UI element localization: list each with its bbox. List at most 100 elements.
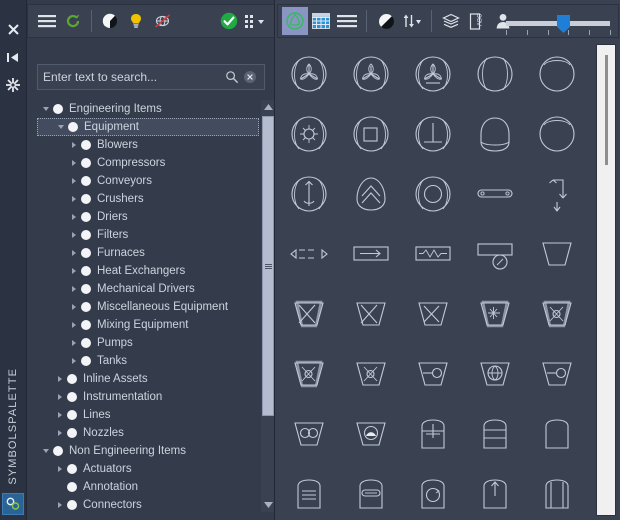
- tree-item-annotation[interactable]: Annotation: [37, 478, 259, 496]
- symbols-palette-icon[interactable]: [2, 493, 24, 515]
- tree-toggle[interactable]: [67, 286, 81, 292]
- symbol-crusher-hourglass-2[interactable]: [341, 345, 401, 403]
- symbol-crusher-hourglass[interactable]: [279, 345, 339, 403]
- tree-toggle[interactable]: [67, 232, 81, 238]
- symbol-view-button[interactable]: [282, 7, 308, 35]
- grid-dots-icon[interactable]: [242, 8, 268, 34]
- tree-item-filters[interactable]: Filters: [37, 226, 259, 244]
- tree-item-mechanical-drivers[interactable]: Mechanical Drivers: [37, 280, 259, 298]
- chevron-right-icon[interactable]: [58, 412, 62, 418]
- chevron-right-icon[interactable]: [72, 142, 76, 148]
- clear-circle-icon[interactable]: [241, 68, 259, 86]
- chevron-right-icon[interactable]: [72, 250, 76, 256]
- chevron-down-icon[interactable]: [58, 125, 64, 129]
- tree-toggle[interactable]: [67, 340, 81, 346]
- tree-item-compressors[interactable]: Compressors: [37, 154, 259, 172]
- symbol-square-in-circle[interactable]: [341, 105, 401, 163]
- chevron-right-icon[interactable]: [72, 304, 76, 310]
- tree-toggle[interactable]: [67, 250, 81, 256]
- layers-icon[interactable]: [438, 7, 464, 35]
- sort-arrows-icon[interactable]: [399, 7, 425, 35]
- tree-item-actuators[interactable]: Actuators: [37, 460, 259, 478]
- chevron-right-icon[interactable]: [72, 358, 76, 364]
- scroll-up-arrow[interactable]: [261, 100, 275, 114]
- symbol-drier-capsule-box[interactable]: [341, 465, 401, 518]
- tree-toggle[interactable]: [54, 125, 68, 129]
- tree-toggle[interactable]: [67, 358, 81, 364]
- chevron-right-icon[interactable]: [72, 340, 76, 346]
- search-box[interactable]: [37, 64, 265, 90]
- chevron-right-icon[interactable]: [58, 430, 62, 436]
- tree-item-conveyors[interactable]: Conveyors: [37, 172, 259, 190]
- symbol-drier-plain-box[interactable]: [527, 405, 587, 463]
- search-input[interactable]: [43, 70, 223, 84]
- tree-item-furnaces[interactable]: Furnaces: [37, 244, 259, 262]
- symbol-inline-capsule[interactable]: [465, 165, 525, 223]
- symbol-plain-circle[interactable]: [527, 45, 587, 103]
- chevron-right-icon[interactable]: [72, 196, 76, 202]
- globe-crossed-icon[interactable]: [149, 8, 175, 34]
- tree-toggle[interactable]: [53, 430, 67, 436]
- chevron-right-icon[interactable]: [72, 268, 76, 274]
- tree-item-heat-exchangers[interactable]: Heat Exchangers: [37, 262, 259, 280]
- tree-item-connectors[interactable]: Connectors: [37, 496, 259, 512]
- close-icon[interactable]: [2, 18, 24, 40]
- symbol-rotary-star-circle[interactable]: [279, 105, 339, 163]
- symbol-updown-arrow-circle[interactable]: [279, 165, 339, 223]
- chevron-right-icon[interactable]: [72, 286, 76, 292]
- symbol-scrollbar[interactable]: [596, 44, 616, 516]
- chevron-right-icon[interactable]: [72, 178, 76, 184]
- list-lines-icon[interactable]: [334, 7, 360, 35]
- tree-item-miscellaneous-equipment[interactable]: Miscellaneous Equipment: [37, 298, 259, 316]
- tree-toggle[interactable]: [53, 502, 67, 508]
- chevron-down-icon[interactable]: [43, 449, 49, 453]
- zoom-slider[interactable]: [504, 13, 612, 39]
- symbol-box-zigzag[interactable]: [403, 225, 463, 283]
- symbol-scroll-thumb[interactable]: [605, 55, 608, 165]
- tree-toggle[interactable]: [67, 160, 81, 166]
- refresh-icon[interactable]: [60, 8, 86, 34]
- tree-item-mixing-equipment[interactable]: Mixing Equipment: [37, 316, 259, 334]
- symbol-drier-split-box[interactable]: [465, 405, 525, 463]
- tree-toggle[interactable]: [67, 196, 81, 202]
- symbol-tee-in-circle[interactable]: [403, 105, 463, 163]
- tree-item-lines[interactable]: Lines: [37, 406, 259, 424]
- tree-scroll-thumb[interactable]: [262, 116, 274, 416]
- tree-item-engineering-items[interactable]: Engineering Items: [37, 100, 259, 118]
- tree-toggle[interactable]: [67, 304, 81, 310]
- collapse-panel-icon[interactable]: [2, 46, 24, 68]
- symbol-dashed-flow-arrow[interactable]: [279, 225, 339, 283]
- tree-toggle[interactable]: [53, 376, 67, 382]
- symbol-chevron-up-circle[interactable]: [341, 165, 401, 223]
- tree-item-equipment[interactable]: Equipment: [37, 118, 259, 136]
- tree-item-inline-assets[interactable]: Inline Assets: [37, 370, 259, 388]
- symbol-crusher-roll[interactable]: [403, 345, 463, 403]
- chevron-right-icon[interactable]: [58, 394, 62, 400]
- symbol-blower-fan-circle-base[interactable]: [403, 45, 463, 103]
- chevron-down-icon[interactable]: [43, 107, 49, 111]
- tree-toggle[interactable]: [67, 268, 81, 274]
- chevron-right-icon[interactable]: [58, 376, 62, 382]
- half-circle-icon[interactable]: [373, 7, 399, 35]
- symbol-drier-column-box[interactable]: [527, 465, 587, 518]
- symbol-dome-bottom-circle[interactable]: [465, 105, 525, 163]
- menu-button[interactable]: [34, 8, 60, 34]
- tree-toggle[interactable]: [67, 214, 81, 220]
- symbol-crusher-ball-mill[interactable]: [465, 345, 525, 403]
- tree-toggle[interactable]: [67, 142, 81, 148]
- chevron-right-icon[interactable]: [72, 232, 76, 238]
- tree-toggle[interactable]: [67, 178, 81, 184]
- symbol-drier-tee-box[interactable]: [403, 405, 463, 463]
- symbol-grid-area[interactable]: [277, 44, 593, 518]
- symbol-blank-circle-2[interactable]: [527, 105, 587, 163]
- symbol-box-right-arrow[interactable]: [341, 225, 401, 283]
- tree-list[interactable]: Engineering Items Equipment Blowers Compres…: [37, 100, 259, 512]
- lightbulb-icon[interactable]: [123, 8, 149, 34]
- scroll-down-arrow[interactable]: [261, 498, 275, 512]
- symbol-drier-circle-box[interactable]: [403, 465, 463, 518]
- symbol-drier-arrow-box[interactable]: [465, 465, 525, 518]
- symbol-grid[interactable]: [277, 44, 593, 518]
- symbol-trapezoid-plain[interactable]: [527, 225, 587, 283]
- chevron-right-icon[interactable]: [72, 160, 76, 166]
- tree-item-non-engineering-items[interactable]: Non Engineering Items: [37, 442, 259, 460]
